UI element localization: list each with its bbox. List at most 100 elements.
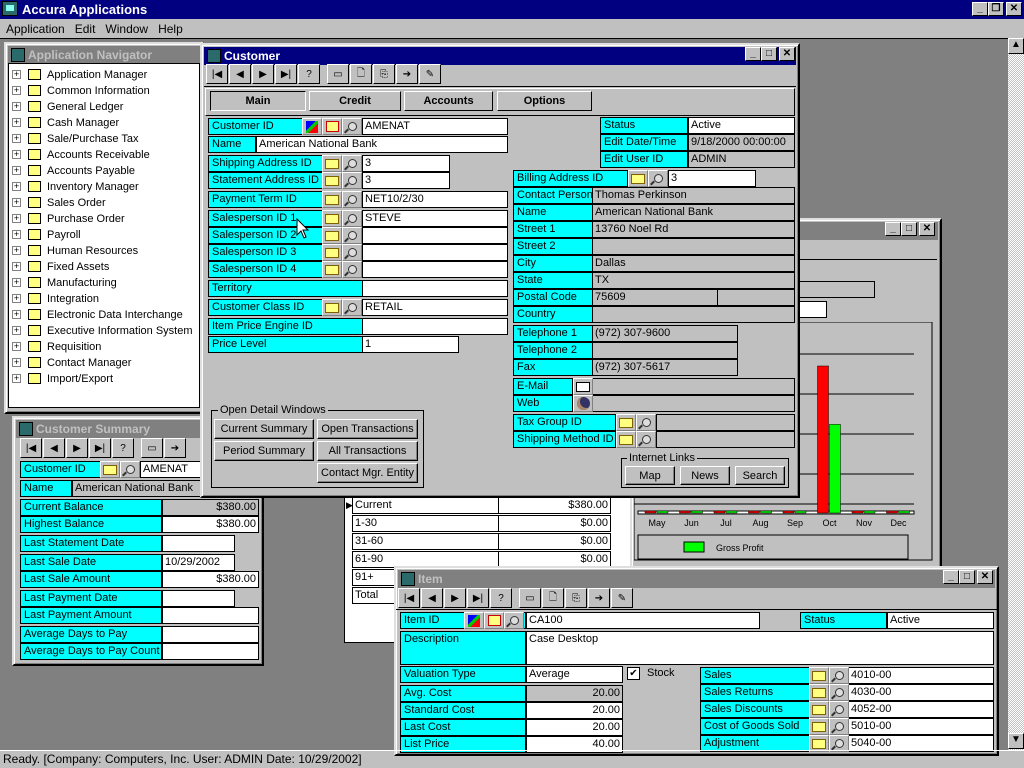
chart-maximize-button[interactable]: □ bbox=[901, 222, 917, 236]
field-value[interactable]: Average bbox=[526, 666, 623, 683]
browse-folder-button[interactable] bbox=[809, 684, 829, 701]
field-value[interactable]: 20.00 bbox=[526, 719, 623, 736]
expand-plus-icon[interactable]: + bbox=[12, 358, 21, 367]
swap-button[interactable] bbox=[322, 118, 342, 135]
field-value[interactable]: 10/29/2002 bbox=[162, 554, 235, 571]
expand-plus-icon[interactable]: + bbox=[12, 182, 21, 191]
globe-button[interactable] bbox=[573, 395, 593, 412]
shapes-button[interactable] bbox=[464, 612, 484, 629]
field-value[interactable] bbox=[162, 590, 235, 607]
lookup-button[interactable] bbox=[636, 414, 656, 431]
tab-main[interactable]: Main bbox=[210, 91, 306, 111]
mdi-vertical-scrollbar[interactable]: ▲ ▼ bbox=[1008, 38, 1024, 750]
field-value[interactable] bbox=[162, 607, 259, 624]
contact-mgr-entity-button[interactable]: Contact Mgr. Entity bbox=[317, 463, 418, 483]
restore-button[interactable]: ❐ bbox=[988, 2, 1004, 16]
new-record-icon[interactable]: 🗋 bbox=[350, 64, 372, 84]
browse-folder-button[interactable] bbox=[809, 701, 829, 718]
browse-folder-button[interactable] bbox=[616, 414, 636, 431]
field-value[interactable]: RETAIL bbox=[362, 299, 508, 316]
field-value[interactable] bbox=[162, 626, 259, 643]
menu-application[interactable]: Application bbox=[6, 22, 65, 36]
expand-plus-icon[interactable]: + bbox=[12, 326, 21, 335]
all-transactions-button[interactable]: All Transactions bbox=[317, 441, 418, 461]
expand-plus-icon[interactable]: + bbox=[12, 150, 21, 159]
item-maximize-button[interactable]: □ bbox=[959, 570, 975, 584]
field-value[interactable]: 3 bbox=[362, 155, 450, 172]
browse-folder-button[interactable] bbox=[809, 667, 829, 684]
field-value[interactable]: 4010-00 bbox=[848, 667, 994, 684]
field-value[interactable]: AMENAT bbox=[362, 118, 508, 135]
tab-credit[interactable]: Credit bbox=[309, 91, 401, 111]
expand-plus-icon[interactable]: + bbox=[12, 278, 21, 287]
expand-plus-icon[interactable]: + bbox=[12, 70, 21, 79]
nav-tree-item[interactable]: + General Ledger bbox=[9, 99, 199, 115]
customer-maximize-button[interactable]: □ bbox=[761, 47, 777, 61]
swap-button[interactable] bbox=[484, 612, 504, 629]
lookup-button[interactable] bbox=[342, 118, 362, 135]
nav-tree-item[interactable]: + Sale/Purchase Tax bbox=[9, 131, 199, 147]
lookup-button[interactable] bbox=[342, 210, 362, 227]
menu-window[interactable]: Window bbox=[105, 22, 148, 36]
eraser-icon[interactable]: ✎ bbox=[611, 588, 633, 608]
field-value[interactable]: 5010-00 bbox=[848, 718, 994, 735]
window-view-icon[interactable]: ▭ bbox=[519, 588, 541, 608]
field-value[interactable] bbox=[362, 227, 508, 244]
expand-plus-icon[interactable]: + bbox=[12, 166, 21, 175]
window-view-icon[interactable]: ▭ bbox=[327, 64, 349, 84]
nav-tree-item[interactable]: + Accounts Receivable bbox=[9, 147, 199, 163]
navigator-title-bar[interactable]: Application Navigator bbox=[8, 46, 200, 64]
chart-close-button[interactable]: ✕ bbox=[919, 222, 935, 236]
first-record-icon[interactable]: |◀ bbox=[398, 588, 420, 608]
browse-folder-button[interactable] bbox=[322, 155, 342, 172]
browse-folder-button[interactable] bbox=[809, 718, 829, 735]
lookup-button[interactable] bbox=[342, 299, 362, 316]
browse-folder-button[interactable] bbox=[322, 227, 342, 244]
export-icon[interactable]: ➔ bbox=[164, 438, 186, 458]
stock-checkbox[interactable]: ✔ bbox=[627, 667, 640, 680]
browse-folder-button[interactable] bbox=[322, 191, 342, 208]
field-value[interactable] bbox=[362, 280, 508, 297]
query-icon[interactable]: ? bbox=[112, 438, 134, 458]
browse-folder-button[interactable] bbox=[616, 431, 636, 448]
nav-tree-item[interactable]: + Executive Information System bbox=[9, 323, 199, 339]
tab-accounts[interactable]: Accounts bbox=[404, 91, 493, 111]
field-value[interactable]: $380.00 bbox=[162, 571, 259, 588]
expand-plus-icon[interactable]: + bbox=[12, 86, 21, 95]
field-value[interactable] bbox=[362, 244, 508, 261]
field-value[interactable]: 3 bbox=[668, 170, 756, 187]
chart-minimize-button[interactable]: _ bbox=[885, 222, 901, 236]
export-icon[interactable]: ➔ bbox=[588, 588, 610, 608]
field-value[interactable] bbox=[362, 318, 508, 335]
first-record-icon[interactable]: |◀ bbox=[206, 64, 228, 84]
expand-plus-icon[interactable]: + bbox=[12, 294, 21, 303]
mail-button[interactable] bbox=[573, 378, 593, 395]
expand-plus-icon[interactable]: + bbox=[12, 198, 21, 207]
previous-record-icon[interactable]: ◀ bbox=[43, 438, 65, 458]
expand-plus-icon[interactable]: + bbox=[12, 230, 21, 239]
current-summary-button[interactable]: Current Summary bbox=[214, 419, 314, 439]
nav-tree-item[interactable]: + Electronic Data Interchange bbox=[9, 307, 199, 323]
field-value[interactable]: 4052-00 bbox=[848, 701, 994, 718]
last-record-icon[interactable]: ▶| bbox=[89, 438, 111, 458]
copy-record-icon[interactable]: ⎘ bbox=[565, 588, 587, 608]
expand-plus-icon[interactable]: + bbox=[12, 134, 21, 143]
expand-plus-icon[interactable]: + bbox=[12, 374, 21, 383]
browse-folder-button[interactable] bbox=[322, 299, 342, 316]
new-record-icon[interactable]: 🗋 bbox=[542, 588, 564, 608]
lookup-button[interactable] bbox=[829, 667, 849, 684]
nav-tree-item[interactable]: + Contact Manager bbox=[9, 355, 199, 371]
item-title-bar[interactable]: Item bbox=[398, 570, 995, 588]
lookup-button[interactable] bbox=[342, 172, 362, 189]
last-record-icon[interactable]: ▶| bbox=[467, 588, 489, 608]
browse-folder-button[interactable] bbox=[322, 261, 342, 278]
scroll-up-button[interactable]: ▲ bbox=[1008, 38, 1024, 54]
nav-tree-item[interactable]: + Human Resources bbox=[9, 243, 199, 259]
expand-plus-icon[interactable]: + bbox=[12, 310, 21, 319]
browse-folder-button[interactable] bbox=[628, 170, 648, 187]
field-value[interactable]: American National Bank bbox=[256, 136, 508, 153]
expand-plus-icon[interactable]: + bbox=[12, 262, 21, 271]
browse-folder-button[interactable] bbox=[322, 172, 342, 189]
lookup-button[interactable] bbox=[829, 701, 849, 718]
lookup-button[interactable] bbox=[342, 155, 362, 172]
